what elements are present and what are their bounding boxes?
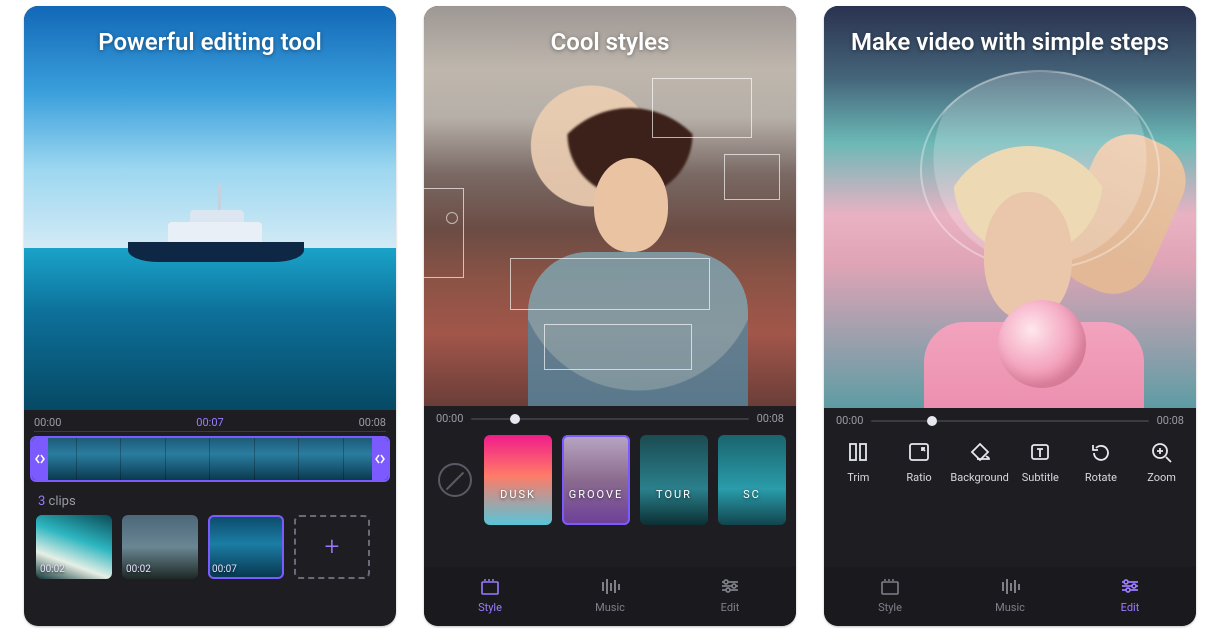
time-current: 00:07 [196,416,223,429]
tab-edit[interactable]: Edit [695,577,765,614]
clips-row: 00:02 00:02 00:07 + [24,515,396,593]
tool-label: Trim [847,471,869,484]
ratio-icon [906,441,932,463]
screenshot-cool-styles: Cool styles 00:00 00:08 DUSK GROOVE TOUR… [424,6,796,626]
bottom-tabs: Style Music Edit [824,567,1196,626]
scrub-thumb[interactable] [510,414,520,424]
time-end: 00:08 [1157,414,1184,427]
tool-ratio[interactable]: Ratio [892,441,946,484]
background-icon [967,441,993,463]
zoom-icon [1149,441,1175,463]
tool-trim[interactable]: Trim [831,441,885,484]
tool-rotate[interactable]: Rotate [1074,441,1128,484]
tab-label: Music [995,601,1025,614]
style-picker: DUSK GROOVE TOUR SC [424,427,796,531]
tab-label: Music [595,601,625,614]
clip-thumbnail-selected[interactable]: 00:07 [208,515,284,579]
trim-strip[interactable] [30,436,390,482]
tool-label: Background [950,471,1008,484]
style-card-groove[interactable]: GROOVE [562,435,630,525]
scrub-track[interactable] [871,420,1148,422]
bottom-tabs: Style Music Edit [424,567,796,626]
tab-music[interactable]: Music [575,577,645,614]
tool-background[interactable]: Background [953,441,1007,484]
scrub-bar[interactable]: 00:00 00:08 [424,406,796,427]
tab-label: Style [478,601,502,614]
style-label: DUSK [484,488,552,501]
page-title: Make video with simple steps [824,28,1196,56]
tool-subtitle[interactable]: Subtitle [1013,441,1067,484]
style-card-sc[interactable]: SC [718,435,786,525]
time-start: 00:00 [436,412,463,425]
time-end: 00:08 [359,416,386,429]
tab-music[interactable]: Music [975,577,1045,614]
screenshot-editing-tool: Powerful editing tool 00:00 00:07 00:08 … [24,6,396,626]
add-clip-button[interactable]: + [294,515,370,579]
tool-label: Subtitle [1022,471,1059,484]
tab-style[interactable]: Style [855,577,925,614]
time-end: 00:08 [757,412,784,425]
screenshot-simple-steps: Make video with simple steps 00:00 00:08… [824,6,1196,626]
preview-area[interactable]: Cool styles [424,6,796,406]
clip-duration: 00:07 [212,564,237,575]
edit-icon [719,577,741,595]
style-icon [479,577,501,595]
toolbar: Trim Ratio Background Subtitle Rotate [824,429,1196,490]
time-start: 00:00 [34,416,61,429]
clips-header: 3 clips [24,490,396,515]
plus-icon: + [325,532,340,562]
scrub-bar[interactable]: 00:00 00:08 [824,408,1196,429]
rotate-icon [1088,441,1114,463]
style-card-tour[interactable]: TOUR [640,435,708,525]
tool-label: Zoom [1147,471,1176,484]
preview-area[interactable]: Make video with simple steps [824,6,1196,408]
timeline-labels: 00:00 00:07 00:08 [24,410,396,431]
clip-thumbnail[interactable]: 00:02 [36,515,112,579]
clip-duration: 00:02 [126,564,151,575]
tool-label: Ratio [906,471,931,484]
tab-edit[interactable]: Edit [1095,577,1165,614]
tab-style[interactable]: Style [455,577,525,614]
preview-area[interactable]: Powerful editing tool [24,6,396,410]
tab-label: Style [878,601,902,614]
style-label: TOUR [640,488,708,501]
clip-thumbnail[interactable]: 00:02 [122,515,198,579]
tool-label: Rotate [1085,471,1117,484]
clip-duration: 00:02 [40,564,65,575]
tab-label: Edit [1121,601,1140,614]
tab-label: Edit [721,601,740,614]
tool-zoom[interactable]: Zoom [1135,441,1189,484]
music-icon [599,577,621,595]
edit-icon [1119,577,1141,595]
scrub-track[interactable] [471,418,748,420]
trim-handle-left[interactable] [32,438,48,480]
page-title: Powerful editing tool [24,28,396,56]
scrub-thumb[interactable] [927,416,937,426]
time-start: 00:00 [836,414,863,427]
bubble-gum [998,300,1086,388]
style-label: GROOVE [562,488,630,501]
subtitle-icon [1027,441,1053,463]
music-icon [999,577,1021,595]
style-label: SC [718,488,786,501]
style-icon [879,577,901,595]
trim-icon [845,441,871,463]
trim-handle-right[interactable] [372,438,388,480]
no-style-button[interactable] [438,463,472,497]
style-card-dusk[interactable]: DUSK [484,435,552,525]
page-title: Cool styles [424,28,796,56]
